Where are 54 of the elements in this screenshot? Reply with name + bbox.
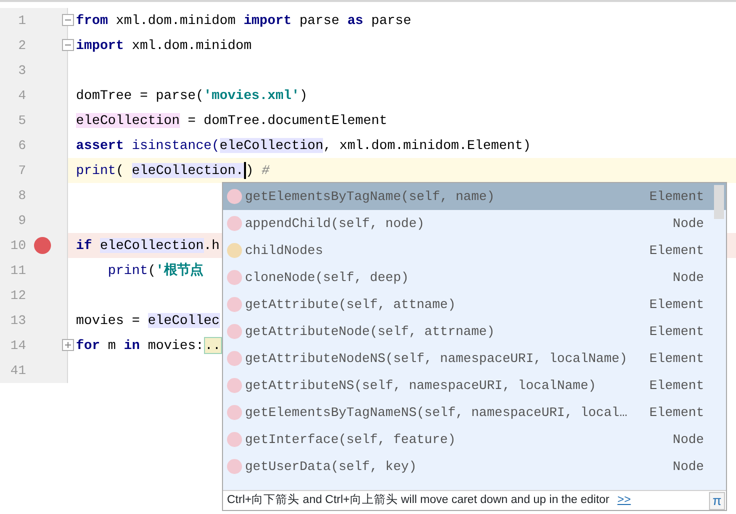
code-line: assert isinstance(eleCollection, xml.dom.minidom.Element) (75, 136, 531, 155)
line-number: 11 (9, 262, 26, 280)
line-number: 10 (9, 236, 26, 255)
completion-item[interactable]: getAttributeNode(self, attrname) Element (223, 318, 726, 345)
completion-item[interactable]: appendChild(self, node) Node (223, 210, 726, 237)
line-number: 5 (17, 112, 26, 130)
completion-item[interactable]: getUserData(self, key) Node (223, 453, 726, 480)
method-icon (227, 216, 242, 231)
method-icon (227, 351, 242, 366)
completion-item[interactable]: getElementsByTagNameNS(self, namespaceURI, local… Element (223, 399, 726, 426)
code-line: print('根节点 (106, 262, 203, 280)
code-line: eleCollection = domTree.documentElement (75, 112, 388, 130)
method-icon (227, 459, 242, 474)
completion-item[interactable]: getInterface(self, feature) Node (223, 426, 726, 453)
line-number: 8 (17, 186, 26, 205)
line-number: 4 (17, 86, 26, 105)
method-icon (227, 297, 242, 312)
code-line: movies = eleCollec (75, 312, 220, 330)
hint-text: Ctrl+向下箭头 and Ctrl+向上箭头 will move caret down and up in the editor (227, 492, 610, 508)
method-icon (227, 378, 242, 393)
code-line: from xml.dom.minidom import parse as parse (75, 12, 412, 30)
method-icon (227, 189, 242, 204)
method-icon (227, 324, 242, 339)
code-line: if eleCollection.h (75, 236, 220, 255)
line-number: 2 (17, 36, 26, 55)
line-number: 14 (9, 336, 26, 355)
completion-item[interactable]: getAttributeNS(self, namespaceURI, localName) Element (223, 372, 726, 399)
line-number: 12 (9, 286, 26, 305)
line-number: 3 (17, 62, 26, 80)
completion-item[interactable]: getAttributeNodeNS(self, namespaceURI, localName) Element (223, 345, 726, 372)
line-number: 7 (17, 162, 26, 180)
fold-plus-icon[interactable] (62, 339, 74, 351)
method-icon (227, 405, 242, 420)
code-line: domTree = parse('movies.xml') (75, 86, 308, 105)
fold-minus-icon[interactable] (62, 14, 74, 26)
scrollbar-thumb[interactable] (714, 185, 724, 219)
completion-item[interactable]: getElementsByTagName(self, name) Element (223, 183, 726, 210)
completion-item[interactable]: childNodes Element (223, 237, 726, 264)
completion-item[interactable]: getAttribute(self, attname) Element (223, 291, 726, 318)
completion-item[interactable]: cloneNode(self, deep) Node (223, 264, 726, 291)
more-link[interactable]: >> (617, 492, 631, 510)
line-number: 41 (9, 362, 26, 380)
fold-minus-icon[interactable] (62, 39, 74, 51)
line-number: 6 (17, 136, 26, 155)
breakpoint-icon[interactable] (34, 237, 51, 254)
method-icon (227, 270, 242, 285)
field-icon (227, 243, 242, 258)
method-icon (227, 432, 242, 447)
line-number: 13 (9, 312, 26, 330)
code-line: print( eleCollection.) # (75, 160, 270, 180)
line-number: 1 (17, 12, 26, 30)
line-number: 9 (17, 212, 26, 230)
pi-button[interactable]: π (709, 492, 725, 510)
code-line: import xml.dom.minidom (75, 36, 252, 55)
